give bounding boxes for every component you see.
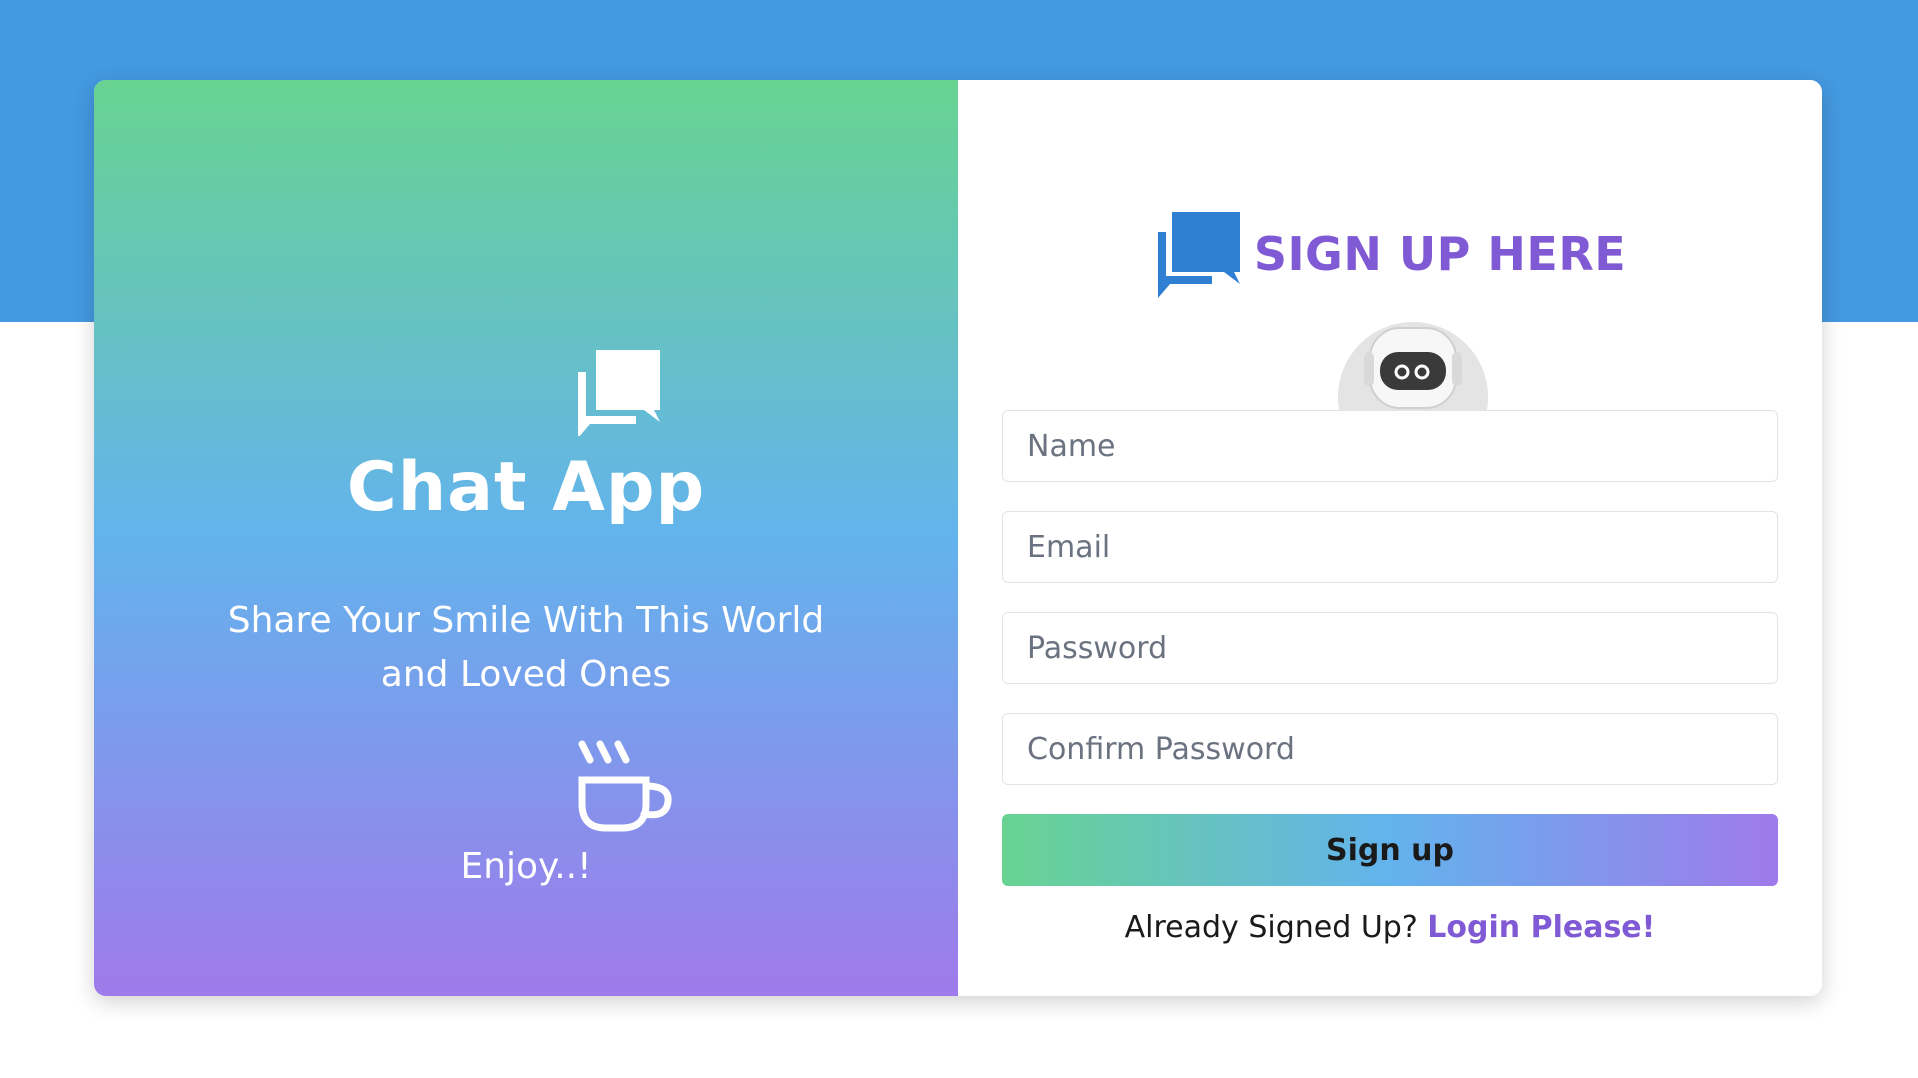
chat-bubbles-icon	[1157, 212, 1240, 298]
signup-form-panel: SIGN UP HERE +	[958, 80, 1822, 996]
brand-panel: Chat App Share Your Smile With This Worl…	[94, 80, 958, 996]
password-input[interactable]	[1002, 612, 1778, 684]
form-heading-text: SIGN UP HERE	[1253, 227, 1627, 281]
already-signed-up-text: Already Signed Up?	[1124, 910, 1418, 945]
app-tagline: Share Your Smile With This World and Lov…	[227, 600, 825, 695]
enjoy-text: Enjoy..!	[460, 846, 592, 887]
email-input[interactable]	[1002, 511, 1778, 583]
name-input[interactable]	[1002, 410, 1778, 482]
login-prompt: Already Signed Up? Login Please!	[958, 910, 1822, 945]
app-title: Chat App	[346, 448, 706, 527]
coffee-cup-icon	[578, 740, 672, 832]
chat-bubbles-icon	[578, 350, 660, 436]
signup-button[interactable]: Sign up	[1002, 814, 1778, 886]
confirm-password-input[interactable]	[1002, 713, 1778, 785]
login-link[interactable]: Login Please!	[1427, 910, 1655, 945]
form-heading: SIGN UP HERE	[958, 210, 1822, 298]
signup-card: Chat App Share Your Smile With This Worl…	[94, 80, 1822, 996]
